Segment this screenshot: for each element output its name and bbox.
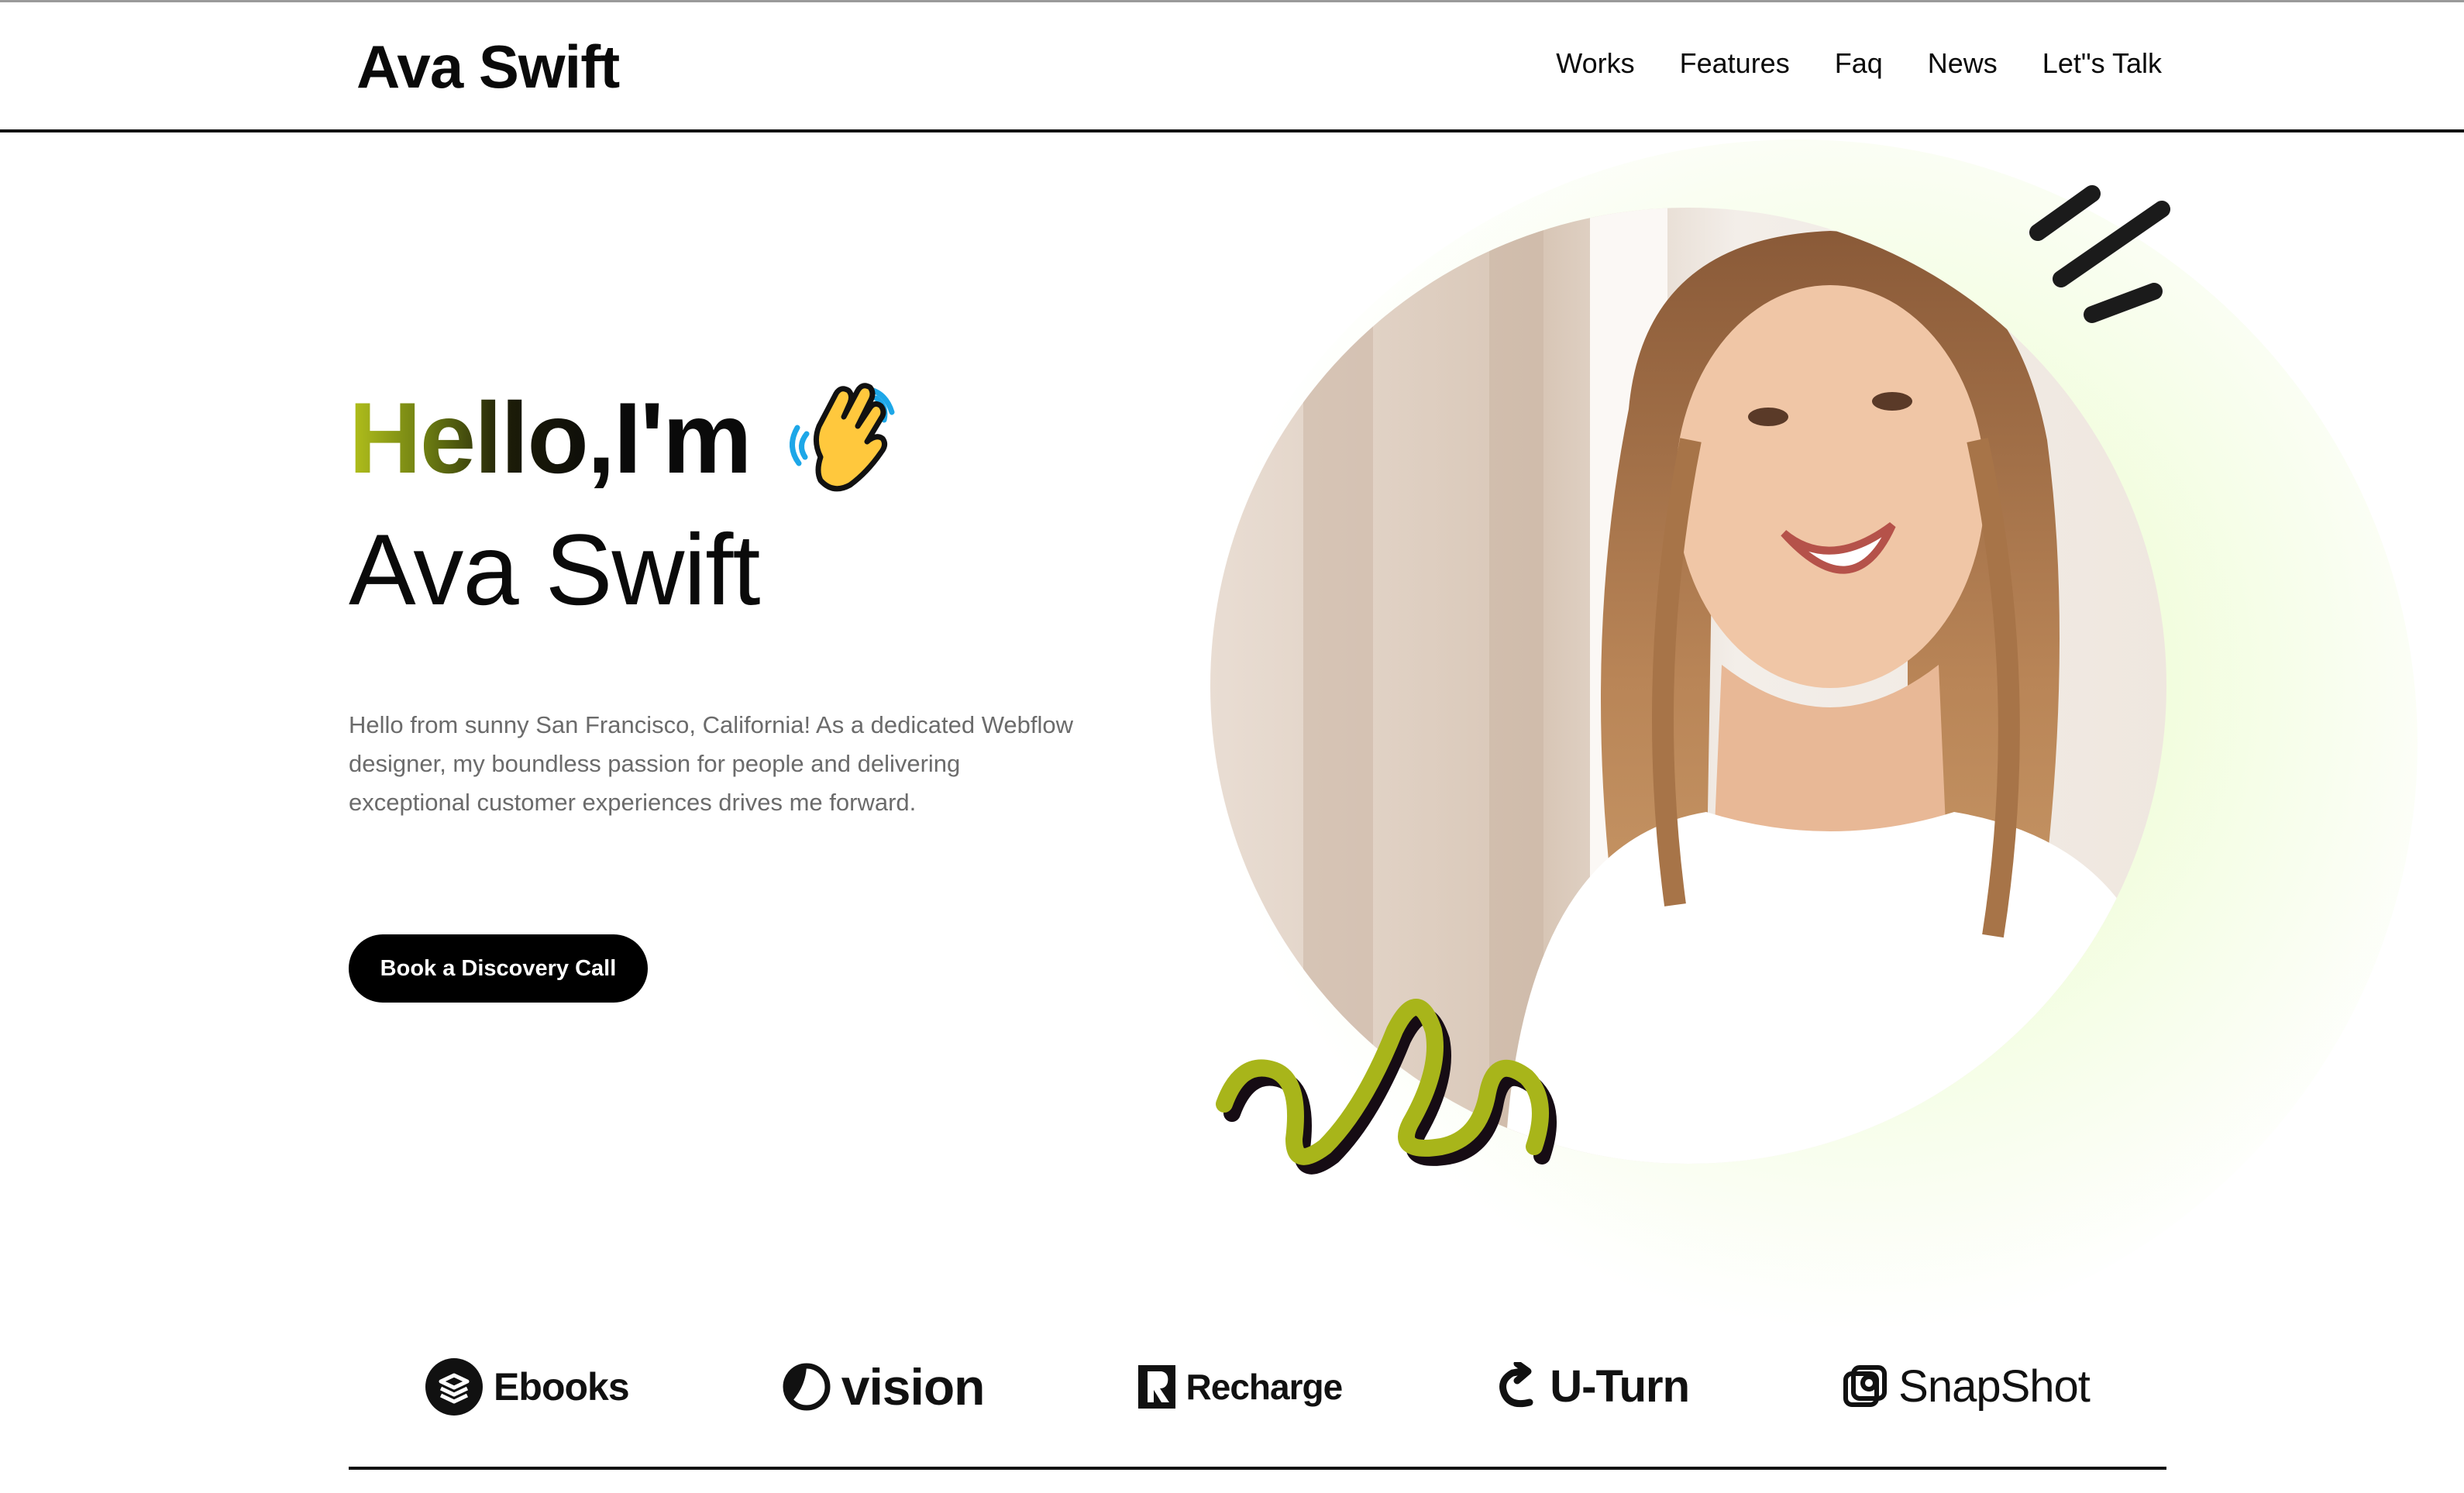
logo-text: vision — [841, 1358, 986, 1416]
logo-vision: vision — [783, 1358, 986, 1416]
vision-icon — [783, 1363, 831, 1411]
logo-text: Recharge — [1186, 1367, 1344, 1407]
nav-link-features[interactable]: Features — [1680, 45, 1790, 82]
logo-ebooks: Ebooks — [425, 1358, 630, 1416]
logo-text: SnapShot — [1898, 1361, 2091, 1412]
squiggle-decoration — [1216, 999, 1557, 1175]
logo-recharge: Recharge — [1137, 1364, 1344, 1410]
waving-hand-icon — [789, 383, 895, 492]
ebooks-icon — [425, 1358, 484, 1416]
brand-logo[interactable]: Ava Swift — [356, 32, 620, 101]
logo-u-turn: U-Turn — [1495, 1361, 1690, 1412]
nav-link-works[interactable]: Works — [1556, 45, 1634, 82]
top-navigation: Ava Swift Works Features Faq News Let"s … — [0, 2, 2464, 132]
nav-menu: Works Features Faq News Let"s Talk — [1556, 45, 2162, 82]
logo-snapshot: SnapShot — [1843, 1361, 2091, 1412]
u-turn-arrow-icon — [1499, 1362, 1533, 1408]
logo-text: Ebooks — [494, 1365, 630, 1409]
nav-link-lets-talk[interactable]: Let"s Talk — [2042, 45, 2162, 82]
hero-hello-text: Hello, — [349, 381, 615, 494]
client-logos: Ebooks vision Recharge U-Turn SnapShot — [349, 1317, 2166, 1457]
hero-name: Ava Swift — [349, 513, 760, 626]
accent-dashes-decoration — [2029, 185, 2170, 323]
logo-text: U-Turn — [1550, 1361, 1690, 1412]
nav-link-news[interactable]: News — [1928, 45, 1998, 82]
section-divider — [349, 1467, 2166, 1470]
hero-greeting: Hello, I'm — [349, 380, 898, 496]
recharge-icon — [1137, 1365, 1175, 1409]
hero-im-text: I'm — [613, 381, 752, 494]
hero-description: Hello from sunny San Francisco, Californ… — [349, 711, 1074, 816]
nav-link-faq[interactable]: Faq — [1835, 45, 1883, 82]
snapshot-camera-icon — [1843, 1365, 1888, 1407]
book-discovery-call-button[interactable]: Book a Discovery Call — [349, 934, 648, 1003]
